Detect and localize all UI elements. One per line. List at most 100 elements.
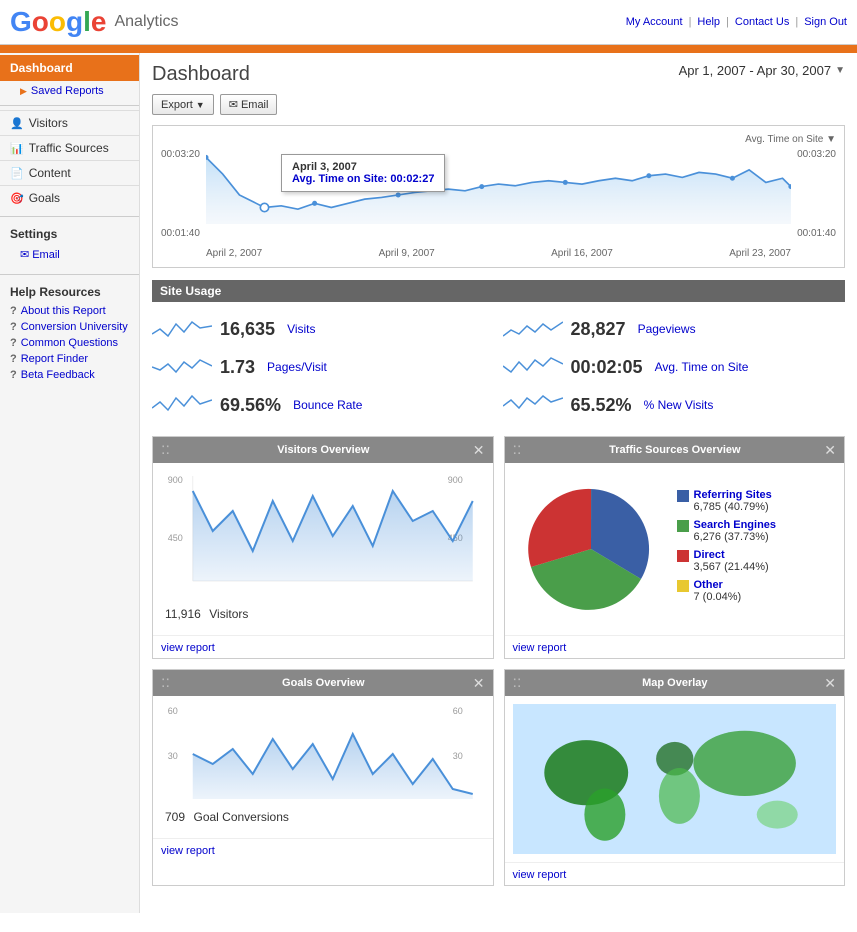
traffic-view-report[interactable]: view report — [513, 642, 567, 654]
question-icon2: ? — [10, 321, 17, 333]
svg-text:900: 900 — [448, 475, 463, 485]
dashboard-header: Dashboard Apr 1, 2007 - Apr 30, 2007 ▼ — [152, 63, 845, 86]
legend-other: Other 7 (0.04%) — [677, 579, 777, 603]
traffic-panel-header: :: Traffic Sources Overview ✕ — [505, 437, 845, 463]
help-about-report[interactable]: ? About this Report — [10, 303, 129, 319]
search-color — [677, 520, 689, 532]
sidebar-item-visitors[interactable]: 👤 Visitors — [0, 110, 139, 135]
sidebar-item-dashboard[interactable]: Dashboard — [0, 55, 139, 81]
email-icon2: ✉ — [229, 98, 238, 111]
page-title: Dashboard — [152, 63, 250, 86]
pageviews-label[interactable]: Pageviews — [638, 322, 696, 336]
help-link[interactable]: Help — [697, 16, 720, 28]
panel-dots-traffic: :: — [513, 441, 522, 459]
goals-svg: 60 30 60 30 — [161, 704, 485, 804]
main-content: Dashboard Apr 1, 2007 - Apr 30, 2007 ▼ E… — [140, 53, 857, 913]
chart-tooltip: April 3, 2007 Avg. Time on Site: 00:02:2… — [281, 154, 445, 192]
question-icon: ? — [10, 305, 17, 317]
help-report-finder[interactable]: ? Report Finder — [10, 351, 129, 367]
sidebar-item-goals[interactable]: 🎯 Goals — [0, 185, 139, 210]
email-button[interactable]: ✉ Email — [220, 94, 278, 115]
map-panel-body — [505, 696, 845, 862]
help-title: Help Resources — [10, 285, 129, 299]
direct-color — [677, 550, 689, 562]
direct-text: Direct 3,567 (21.44%) — [694, 549, 769, 573]
map-panel-title: Map Overlay — [642, 677, 707, 689]
help-beta-feedback[interactable]: ? Beta Feedback — [10, 367, 129, 383]
header: Google Analytics My Account | Help | Con… — [0, 0, 857, 45]
sidebar: Dashboard ▶Saved Reports 👤 Visitors 📊 Tr… — [0, 53, 140, 913]
traffic-close-button[interactable]: ✕ — [824, 442, 836, 459]
content-icon: 📄 — [10, 167, 24, 180]
analytics-text: Analytics — [114, 13, 178, 31]
date-dropdown-arrow[interactable]: ▼ — [835, 65, 845, 76]
metric-avg-time: 00:02:05 Avg. Time on Site — [503, 348, 846, 386]
goals-stat: 709 Goal Conversions — [161, 808, 485, 826]
pages-label[interactable]: Pages/Visit — [267, 360, 327, 374]
divider — [0, 105, 139, 106]
sidebar-item-saved-reports[interactable]: ▶Saved Reports — [0, 81, 139, 101]
traffic-panel-title: Traffic Sources Overview — [609, 444, 740, 456]
traffic-icon: 📊 — [10, 142, 24, 155]
metric-visits: 16,635 Visits — [152, 310, 495, 348]
goals-close-button[interactable]: ✕ — [473, 675, 485, 692]
sidebar-main-nav: Dashboard ▶Saved Reports 👤 Visitors 📊 Tr… — [0, 53, 139, 212]
goals-overview-panel: :: Goals Overview ✕ 60 30 60 30 — [152, 669, 494, 886]
sidebar-item-content[interactable]: 📄 Content — [0, 160, 139, 185]
overview-grid-2: :: Goals Overview ✕ 60 30 60 30 — [152, 669, 845, 886]
orange-bar — [0, 45, 857, 53]
avg-time-label[interactable]: Avg. Time on Site — [655, 360, 749, 374]
pie-legend: Referring Sites 6,785 (40.79%) Search En… — [677, 489, 777, 609]
svg-text:900: 900 — [168, 475, 183, 485]
sparkline-pageviews — [503, 314, 563, 344]
new-visits-label[interactable]: % New Visits — [644, 398, 714, 412]
metrics-right: 28,827 Pageviews 00:02:05 Avg. Time on S… — [503, 310, 846, 424]
svg-text:60: 60 — [453, 706, 463, 716]
logo: Google Analytics — [10, 6, 179, 38]
metric-pages-visit: 1.73 Pages/Visit — [152, 348, 495, 386]
tooltip-value: Avg. Time on Site: 00:02:27 — [292, 173, 434, 185]
svg-text:60: 60 — [168, 706, 178, 716]
settings-section: Settings ✉Email — [0, 221, 139, 270]
toolbar: Export ▼ ✉ Email — [152, 94, 845, 115]
date-range: Apr 1, 2007 - Apr 30, 2007 ▼ — [679, 63, 845, 78]
google-logo: Google — [10, 6, 106, 38]
visitors-panel-header: :: Visitors Overview ✕ — [153, 437, 493, 463]
sign-out-link[interactable]: Sign Out — [804, 16, 847, 28]
map-view-report[interactable]: view report — [513, 869, 567, 881]
help-conversion-university[interactable]: ? Conversion University — [10, 319, 129, 335]
export-button[interactable]: Export ▼ — [152, 94, 214, 115]
my-account-link[interactable]: My Account — [626, 16, 683, 28]
metric-bounce: 69.56% Bounce Rate — [152, 386, 495, 424]
help-common-questions[interactable]: ? Common Questions — [10, 335, 129, 351]
map-overlay-panel: :: Map Overlay ✕ — [504, 669, 846, 886]
question-icon3: ? — [10, 337, 17, 349]
settings-title: Settings — [10, 227, 129, 241]
chart-label[interactable]: Avg. Time on Site ▼ — [161, 134, 836, 145]
goals-panel-header: :: Goals Overview ✕ — [153, 670, 493, 696]
goals-view-report[interactable]: view report — [161, 845, 215, 857]
person-icon: 👤 — [10, 117, 24, 130]
goals-icon: 🎯 — [10, 192, 24, 205]
visits-label[interactable]: Visits — [287, 322, 315, 336]
question-icon4: ? — [10, 353, 17, 365]
visitors-stat: 11,916 Visitors — [161, 605, 485, 623]
visitors-view-report[interactable]: view report — [161, 642, 215, 654]
settings-email-link[interactable]: ✉Email — [10, 245, 129, 264]
pie-chart — [521, 479, 661, 619]
sparkline-visits — [152, 314, 212, 344]
contact-us-link[interactable]: Contact Us — [735, 16, 789, 28]
visits-value: 16,635 — [220, 319, 275, 340]
visitors-overview-panel: :: Visitors Overview ✕ 900 450 900 450 — [152, 436, 494, 659]
pie-container: Referring Sites 6,785 (40.79%) Search En… — [513, 471, 837, 627]
email-icon: ✉ — [20, 249, 29, 261]
visitors-close-button[interactable]: ✕ — [473, 442, 485, 459]
tooltip-date: April 3, 2007 — [292, 161, 434, 173]
sparkline-new-visits — [503, 390, 563, 420]
traffic-panel-body: Referring Sites 6,785 (40.79%) Search En… — [505, 463, 845, 635]
map-close-button[interactable]: ✕ — [824, 675, 836, 692]
legend-search: Search Engines 6,276 (37.73%) — [677, 519, 777, 543]
sidebar-item-traffic-sources[interactable]: 📊 Traffic Sources — [0, 135, 139, 160]
new-visits-value: 65.52% — [571, 395, 632, 416]
bounce-label[interactable]: Bounce Rate — [293, 398, 362, 412]
